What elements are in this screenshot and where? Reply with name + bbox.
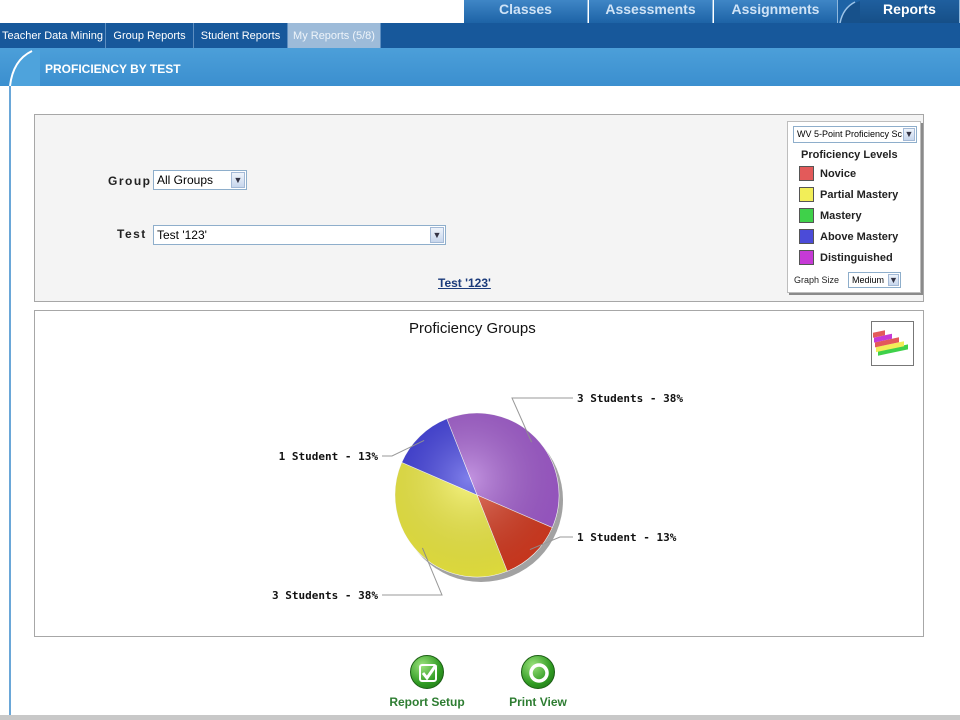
chevron-down-icon: ▼ [430, 227, 444, 243]
legend-swatch [799, 250, 814, 265]
print-view-button[interactable]: Print View [493, 655, 583, 715]
test-label: Test [117, 227, 147, 241]
page-title: PROFICIENCY BY TEST [45, 62, 181, 76]
subtab-student-reports[interactable]: Student Reports [194, 23, 288, 48]
group-label: Group [108, 174, 152, 188]
test-select[interactable]: Test '123' ▼ [153, 225, 446, 245]
legend-title: Proficiency Levels [801, 149, 898, 161]
chevron-down-icon: ▼ [903, 128, 915, 141]
test-link[interactable]: Test '123' [438, 276, 491, 290]
legend-swatch [799, 187, 814, 202]
subtab-teacher-data-mining[interactable]: Teacher Data Mining [0, 23, 106, 48]
legend-item-label: Mastery [820, 210, 862, 222]
legend-swatch [799, 208, 814, 223]
legend-item-label: Above Mastery [820, 231, 899, 243]
chart-panel: Proficiency Groups [34, 310, 924, 637]
sub-nav: Teacher Data Mining Group Reports Studen… [0, 23, 960, 48]
subtab-my-reports[interactable]: My Reports (5/8) [288, 23, 381, 48]
subtab-group-reports[interactable]: Group Reports [106, 23, 194, 48]
legend-item-label: Novice [820, 168, 857, 180]
graph-size-label: Graph Size [794, 275, 840, 285]
chart-title: Proficiency Groups [409, 320, 536, 337]
circle-icon [521, 655, 555, 689]
graph-size-value: Medium [852, 275, 885, 285]
legend-box: WV 5-Point Proficiency Sc ▼ Proficiency … [787, 121, 921, 293]
tab-curl-icon [838, 0, 860, 23]
app-root: Classes Assessments Assignments Reports … [0, 0, 960, 720]
group-select-value: All Groups [157, 173, 214, 187]
print-view-label: Print View [509, 695, 567, 709]
report-setup-button[interactable]: Report Setup [382, 655, 472, 715]
legend-swatch [799, 166, 814, 181]
group-select[interactable]: All Groups ▼ [153, 170, 247, 190]
scale-select[interactable]: WV 5-Point Proficiency Sc ▼ [793, 126, 917, 143]
left-border [9, 86, 11, 720]
chart-type-icon[interactable] [871, 321, 914, 366]
test-select-value: Test '123' [157, 228, 207, 242]
scale-select-value: WV 5-Point Proficiency Sc [797, 129, 903, 139]
top-nav: Classes Assessments Assignments Reports [0, 0, 960, 23]
title-band: PROFICIENCY BY TEST [0, 48, 960, 86]
legend-item-label: Distinguished [820, 252, 893, 264]
tab-assignments[interactable]: Assignments [714, 0, 838, 23]
graph-size-select[interactable]: Medium ▼ [848, 272, 901, 288]
tab-assessments[interactable]: Assessments [589, 0, 713, 23]
legend-item-label: Partial Mastery [820, 189, 899, 201]
chevron-down-icon: ▼ [231, 172, 245, 188]
legend-swatch [799, 229, 814, 244]
chevron-down-icon: ▼ [888, 274, 899, 286]
tab-reports[interactable]: Reports [860, 0, 960, 23]
bottom-edge [0, 715, 960, 720]
tab-classes[interactable]: Classes [464, 0, 588, 23]
page-curl-icon [9, 50, 40, 86]
checkmark-icon [410, 655, 444, 689]
report-setup-label: Report Setup [389, 695, 465, 709]
